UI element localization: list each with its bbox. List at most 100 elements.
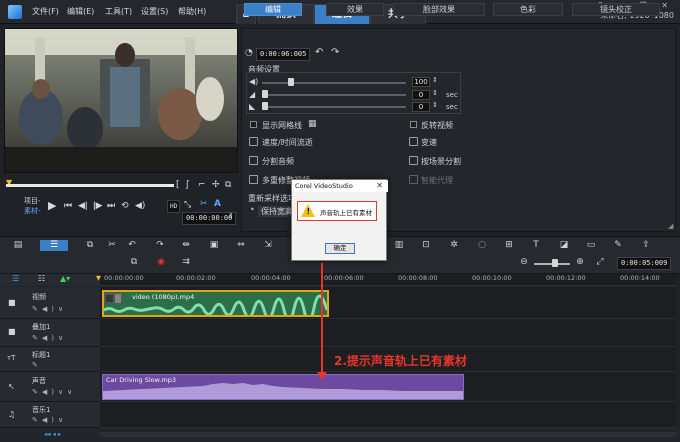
overlay-track-controls-icon[interactable]: ✎◀)∨ — [32, 334, 67, 342]
scrub-bar[interactable] — [6, 184, 174, 187]
duration-timecode[interactable]: 0:00:06:005 — [256, 48, 311, 61]
repeat-icon[interactable]: ⟲ — [121, 201, 129, 211]
title-track-controls-icon[interactable]: ✎ — [32, 361, 42, 369]
variable-speed-button[interactable]: 变速 — [421, 137, 437, 148]
motion-track-icon[interactable]: ⊡ — [420, 240, 432, 251]
split-screen-icon[interactable]: ⊞ — [503, 240, 515, 251]
auto-music-icon[interactable]: ⇲ — [262, 240, 274, 251]
rotate-right-icon[interactable]: ↷ — [331, 47, 339, 58]
fit-project-icon[interactable]: ⤢ — [594, 257, 606, 268]
multi-trim-icon[interactable] — [249, 175, 258, 184]
fade-in-slider-track[interactable] — [262, 94, 406, 96]
clip-mode-label[interactable]: 素材- — [24, 206, 41, 216]
split-audio-button[interactable]: 分割音频 — [262, 156, 294, 167]
ripple-icon[interactable]: ⇉ — [180, 257, 192, 268]
mark-out-icon[interactable]: ʃ — [186, 180, 189, 190]
tab-options-edit[interactable]: 编辑 — [244, 3, 302, 16]
speed-time-button[interactable]: 速度/时间流逝 — [262, 137, 313, 148]
resample-radio[interactable]: • — [250, 205, 255, 214]
zoom-timecode[interactable]: 0:00:05:009 — [617, 257, 672, 270]
cut-icon[interactable]: ✂ — [106, 240, 118, 251]
reverse-video-checkbox[interactable] — [410, 121, 417, 128]
fade-in-value[interactable]: 0 — [412, 90, 430, 100]
fit-icon[interactable]: ⇹ — [180, 240, 192, 251]
track-list-icon[interactable]: ☰ — [12, 274, 19, 283]
paint-icon[interactable]: ✎ — [612, 240, 624, 251]
home-start-icon[interactable]: ⏮ — [64, 201, 72, 211]
voice-track-header[interactable] — [0, 372, 100, 402]
fade-out-spin-icon[interactable]: ⇕ — [432, 101, 438, 109]
show-grid-checkbox[interactable] — [250, 121, 257, 128]
tab-options-effect[interactable]: 效果 — [326, 3, 384, 16]
horizontal-scrollbar[interactable] — [100, 432, 676, 437]
fade-out-slider-knob[interactable] — [262, 102, 268, 110]
prev-frame-icon[interactable]: ◀ǀ — [78, 201, 88, 211]
menu-help[interactable]: 帮助(H) — [178, 6, 206, 17]
track-add-icon[interactable]: ▲▾ — [60, 274, 70, 283]
mute-icon[interactable]: ◉ — [155, 257, 167, 268]
split-audio-icon[interactable] — [249, 156, 258, 165]
fade-in-slider-knob[interactable] — [262, 90, 268, 98]
menu-settings[interactable]: 设置(S) — [141, 6, 168, 17]
timecode-spin-icon[interactable]: ⇕ — [228, 212, 234, 220]
tab-options-lens[interactable]: 镜头校正 — [572, 3, 660, 16]
tab-options-color[interactable]: 色彩 — [493, 3, 563, 16]
export-icon[interactable]: ⇪ — [640, 240, 652, 251]
split-by-scene-button[interactable]: 按场景分割 — [421, 156, 461, 167]
menu-file[interactable]: 文件(F) — [32, 6, 59, 17]
ok-button[interactable]: 确定 — [325, 243, 355, 254]
dialog-close-icon[interactable]: ✕ — [376, 180, 383, 192]
zoom-out-icon[interactable]: ⊖ — [518, 257, 530, 268]
volume-icon[interactable]: ◀) — [135, 201, 145, 211]
menu-edit[interactable]: 编辑(E) — [67, 6, 94, 17]
next-frame-icon[interactable]: ǀ▶ — [93, 201, 103, 211]
panel-resize-icon[interactable]: ◢ — [668, 222, 673, 230]
timeline-view-icon[interactable]: ☰ — [40, 240, 68, 251]
effects-icon[interactable]: ✲ — [448, 240, 460, 251]
fade-out-slider-track[interactable] — [262, 106, 406, 108]
tab-options-face[interactable]: 脸部效果 — [393, 3, 485, 16]
snapshot-icon[interactable]: ✢ — [212, 180, 220, 190]
copy-attributes-icon[interactable]: ⧉ — [84, 240, 96, 251]
title-icon[interactable]: T — [530, 240, 542, 251]
storyboard-view-icon[interactable]: ▤ — [12, 240, 24, 251]
record-icon[interactable]: ▣ — [208, 240, 220, 251]
enlarge-icon[interactable]: ⧉ — [225, 180, 231, 190]
video-track-controls-icon[interactable]: ✎◀)∨ — [32, 305, 67, 313]
mark-in-icon[interactable]: [ — [176, 180, 180, 190]
speed-time-icon[interactable] — [249, 137, 258, 146]
volume-value[interactable]: 100 — [412, 77, 430, 87]
mask-icon[interactable]: ◌ — [476, 240, 488, 251]
fade-out-value[interactable]: 0 — [412, 102, 430, 112]
ruler-playhead-icon[interactable]: ▼ — [96, 274, 101, 282]
redo-icon[interactable]: ↷ — [154, 240, 166, 251]
music-track-controls-icon[interactable]: ✎◀)∨ — [32, 416, 67, 424]
zoom-in-icon[interactable]: ⊕ — [574, 257, 586, 268]
track-view-icon[interactable]: ☷ — [38, 274, 45, 283]
menu-tools[interactable]: 工具(T) — [105, 6, 132, 17]
multicam-icon[interactable]: ▥ — [393, 240, 405, 251]
audio-clip[interactable]: Car Driving Slow.mp3 — [102, 374, 464, 400]
grid-icon[interactable]: ▦ — [308, 119, 317, 129]
split-icon[interactable]: ⌐ — [198, 180, 206, 190]
voice-track-controls-icon[interactable]: ✎◀)∨∨ — [32, 388, 76, 396]
volume-spin-icon[interactable]: ⇕ — [432, 76, 438, 84]
fade-in-spin-icon[interactable]: ⇕ — [432, 89, 438, 97]
video-clip[interactable]: video (1080p).mp4 — [102, 290, 329, 317]
play-icon[interactable]: ▶ — [48, 199, 56, 212]
crop-icon[interactable]: ✂ — [200, 199, 208, 209]
volume-slider-track[interactable] — [262, 82, 406, 84]
rotate-left-icon[interactable]: ↶ — [315, 47, 323, 58]
music-track-lane[interactable] — [100, 402, 676, 428]
text-a-icon[interactable]: A — [214, 199, 221, 209]
color-grading-icon[interactable]: ◪ — [558, 240, 570, 251]
overlay-track-lane[interactable] — [100, 319, 676, 347]
variable-speed-icon[interactable] — [409, 137, 418, 146]
end-icon[interactable]: ⏭ — [107, 201, 115, 211]
volume-slider-knob[interactable] — [288, 78, 294, 86]
undo-icon[interactable]: ↶ — [126, 240, 138, 251]
sound-mixer-icon[interactable]: ⇔ — [235, 240, 247, 251]
hd-badge[interactable]: HD — [167, 200, 181, 213]
subtitle-icon[interactable]: ▭ — [585, 240, 597, 251]
zoom-slider-knob[interactable] — [552, 259, 558, 267]
